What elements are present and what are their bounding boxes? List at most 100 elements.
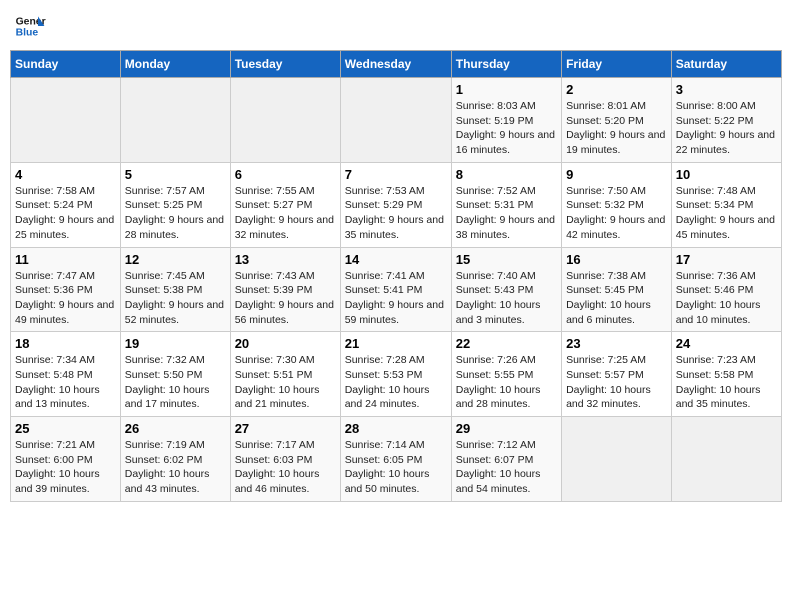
day-number: 23: [566, 336, 667, 351]
day-info: Sunrise: 7:28 AMSunset: 5:53 PMDaylight:…: [345, 353, 447, 412]
day-info: Sunrise: 7:25 AMSunset: 5:57 PMDaylight:…: [566, 353, 667, 412]
day-number: 22: [456, 336, 557, 351]
calendar-cell: 26 Sunrise: 7:19 AMSunset: 6:02 PMDayligh…: [120, 417, 230, 502]
calendar-cell: 22 Sunrise: 7:26 AMSunset: 5:55 PMDayligh…: [451, 332, 561, 417]
calendar-week-2: 4 Sunrise: 7:58 AMSunset: 5:24 PMDaylight…: [11, 162, 782, 247]
day-info: Sunrise: 7:26 AMSunset: 5:55 PMDaylight:…: [456, 353, 557, 412]
day-number: 8: [456, 167, 557, 182]
weekday-header-saturday: Saturday: [671, 51, 781, 78]
day-number: 4: [15, 167, 116, 182]
day-info: Sunrise: 7:38 AMSunset: 5:45 PMDaylight:…: [566, 269, 667, 328]
svg-text:Blue: Blue: [16, 28, 39, 39]
calendar-cell: 21 Sunrise: 7:28 AMSunset: 5:53 PMDayligh…: [340, 332, 451, 417]
day-number: 6: [235, 167, 336, 182]
calendar-cell: 8 Sunrise: 7:52 AMSunset: 5:31 PMDaylight…: [451, 162, 561, 247]
day-info: Sunrise: 7:50 AMSunset: 5:32 PMDaylight:…: [566, 184, 667, 243]
day-info: Sunrise: 7:19 AMSunset: 6:02 PMDaylight:…: [125, 438, 226, 497]
day-number: 28: [345, 421, 447, 436]
day-info: Sunrise: 7:14 AMSunset: 6:05 PMDaylight:…: [345, 438, 447, 497]
calendar-cell: [671, 417, 781, 502]
day-number: 12: [125, 252, 226, 267]
day-info: Sunrise: 7:48 AMSunset: 5:34 PMDaylight:…: [676, 184, 777, 243]
day-info: Sunrise: 7:43 AMSunset: 5:39 PMDaylight:…: [235, 269, 336, 328]
calendar-week-4: 18Sunrise: 7:34 AMSunset: 5:48 PMDayligh…: [11, 332, 782, 417]
calendar-week-1: 1 Sunrise: 8:03 AMSunset: 5:19 PMDaylight…: [11, 78, 782, 163]
day-number: 25: [15, 421, 116, 436]
day-number: 11: [15, 252, 116, 267]
calendar-cell: 5 Sunrise: 7:57 AMSunset: 5:25 PMDaylight…: [120, 162, 230, 247]
calendar-cell: 24 Sunrise: 7:23 AMSunset: 5:58 PMDayligh…: [671, 332, 781, 417]
day-number: 13: [235, 252, 336, 267]
calendar-cell: [562, 417, 672, 502]
day-info: Sunrise: 7:40 AMSunset: 5:43 PMDaylight:…: [456, 269, 557, 328]
day-number: 10: [676, 167, 777, 182]
calendar-cell: 3Sunrise: 8:00 AMSunset: 5:22 PMDaylight…: [671, 78, 781, 163]
weekday-header-wednesday: Wednesday: [340, 51, 451, 78]
calendar-cell: 18Sunrise: 7:34 AMSunset: 5:48 PMDayligh…: [11, 332, 121, 417]
day-info: Sunrise: 7:32 AMSunset: 5:50 PMDaylight:…: [125, 353, 226, 412]
day-number: 9: [566, 167, 667, 182]
day-number: 15: [456, 252, 557, 267]
day-info: Sunrise: 7:53 AMSunset: 5:29 PMDaylight:…: [345, 184, 447, 243]
calendar-cell: 12 Sunrise: 7:45 AMSunset: 5:38 PMDayligh…: [120, 247, 230, 332]
calendar-cell: [340, 78, 451, 163]
calendar-cell: 29 Sunrise: 7:12 AMSunset: 6:07 PMDayligh…: [451, 417, 561, 502]
day-info: Sunrise: 7:30 AMSunset: 5:51 PMDaylight:…: [235, 353, 336, 412]
day-number: 21: [345, 336, 447, 351]
day-info: Sunrise: 7:21 AMSunset: 6:00 PMDaylight:…: [15, 438, 116, 497]
day-info: Sunrise: 7:17 AMSunset: 6:03 PMDaylight:…: [235, 438, 336, 497]
day-info: Sunrise: 8:03 AMSunset: 5:19 PMDaylight:…: [456, 99, 557, 158]
day-number: 2: [566, 82, 667, 97]
logo-icon: General Blue: [14, 10, 46, 42]
day-number: 27: [235, 421, 336, 436]
calendar-cell: 16 Sunrise: 7:38 AMSunset: 5:45 PMDayligh…: [562, 247, 672, 332]
day-info: Sunrise: 7:12 AMSunset: 6:07 PMDaylight:…: [456, 438, 557, 497]
calendar-cell: 17 Sunrise: 7:36 AMSunset: 5:46 PMDayligh…: [671, 247, 781, 332]
day-info: Sunrise: 8:01 AMSunset: 5:20 PMDaylight:…: [566, 99, 667, 158]
calendar-cell: 27 Sunrise: 7:17 AMSunset: 6:03 PMDayligh…: [230, 417, 340, 502]
calendar-cell: [120, 78, 230, 163]
calendar-cell: 10 Sunrise: 7:48 AMSunset: 5:34 PMDayligh…: [671, 162, 781, 247]
calendar-week-3: 11 Sunrise: 7:47 AMSunset: 5:36 PMDayligh…: [11, 247, 782, 332]
day-number: 1: [456, 82, 557, 97]
logo: General Blue: [14, 10, 46, 42]
day-info: Sunrise: 7:36 AMSunset: 5:46 PMDaylight:…: [676, 269, 777, 328]
weekday-header-monday: Monday: [120, 51, 230, 78]
day-number: 24: [676, 336, 777, 351]
day-info: Sunrise: 7:23 AMSunset: 5:58 PMDaylight:…: [676, 353, 777, 412]
calendar-cell: 20 Sunrise: 7:30 AMSunset: 5:51 PMDayligh…: [230, 332, 340, 417]
day-number: 16: [566, 252, 667, 267]
day-info: Sunrise: 7:57 AMSunset: 5:25 PMDaylight:…: [125, 184, 226, 243]
calendar-cell: 11 Sunrise: 7:47 AMSunset: 5:36 PMDayligh…: [11, 247, 121, 332]
calendar-cell: 7 Sunrise: 7:53 AMSunset: 5:29 PMDaylight…: [340, 162, 451, 247]
calendar-cell: 4 Sunrise: 7:58 AMSunset: 5:24 PMDaylight…: [11, 162, 121, 247]
day-number: 29: [456, 421, 557, 436]
day-info: Sunrise: 7:55 AMSunset: 5:27 PMDaylight:…: [235, 184, 336, 243]
day-number: 7: [345, 167, 447, 182]
calendar-cell: [11, 78, 121, 163]
calendar-cell: 14 Sunrise: 7:41 AMSunset: 5:41 PMDayligh…: [340, 247, 451, 332]
day-number: 17: [676, 252, 777, 267]
day-info: Sunrise: 8:00 AMSunset: 5:22 PMDaylight:…: [676, 99, 777, 158]
calendar-cell: 1 Sunrise: 8:03 AMSunset: 5:19 PMDaylight…: [451, 78, 561, 163]
day-number: 5: [125, 167, 226, 182]
weekday-header-thursday: Thursday: [451, 51, 561, 78]
day-info: Sunrise: 7:45 AMSunset: 5:38 PMDaylight:…: [125, 269, 226, 328]
calendar-cell: 13 Sunrise: 7:43 AMSunset: 5:39 PMDayligh…: [230, 247, 340, 332]
day-info: Sunrise: 7:47 AMSunset: 5:36 PMDaylight:…: [15, 269, 116, 328]
day-number: 26: [125, 421, 226, 436]
weekday-header-friday: Friday: [562, 51, 672, 78]
calendar-cell: 2 Sunrise: 8:01 AMSunset: 5:20 PMDaylight…: [562, 78, 672, 163]
calendar-cell: 25 Sunrise: 7:21 AMSunset: 6:00 PMDayligh…: [11, 417, 121, 502]
day-info: Sunrise: 7:58 AMSunset: 5:24 PMDaylight:…: [15, 184, 116, 243]
day-info: Sunrise: 7:52 AMSunset: 5:31 PMDaylight:…: [456, 184, 557, 243]
day-info: Sunrise: 7:41 AMSunset: 5:41 PMDaylight:…: [345, 269, 447, 328]
calendar-cell: 19Sunrise: 7:32 AMSunset: 5:50 PMDayligh…: [120, 332, 230, 417]
calendar-cell: 28 Sunrise: 7:14 AMSunset: 6:05 PMDayligh…: [340, 417, 451, 502]
page-header: General Blue: [10, 10, 782, 42]
calendar-cell: 6 Sunrise: 7:55 AMSunset: 5:27 PMDaylight…: [230, 162, 340, 247]
day-number: 20: [235, 336, 336, 351]
day-number: 14: [345, 252, 447, 267]
calendar-table: SundayMondayTuesdayWednesdayThursdayFrid…: [10, 50, 782, 502]
day-info: Sunrise: 7:34 AMSunset: 5:48 PMDaylight:…: [15, 353, 116, 412]
